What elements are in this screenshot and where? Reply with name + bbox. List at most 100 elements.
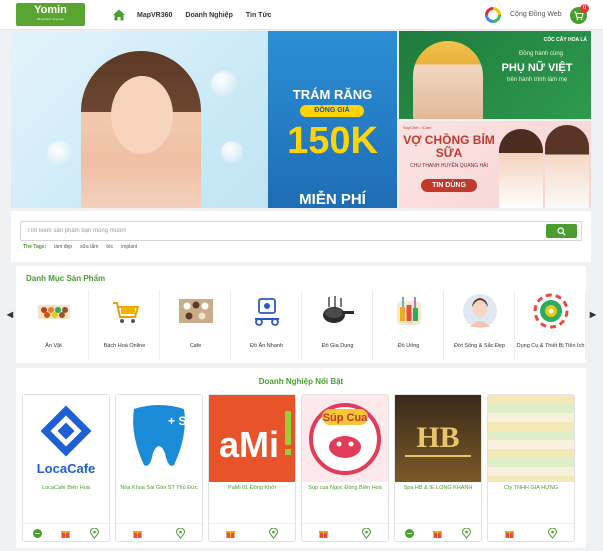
banner-model-face — [111, 76, 173, 154]
nav-tin-tuc[interactable]: Tin Tức — [246, 12, 272, 19]
tooth-icon — [221, 141, 243, 163]
gift-icon[interactable] — [60, 526, 71, 538]
gift-icon[interactable] — [432, 526, 443, 538]
side-banner-title: PHỤ NỮ VIỆT — [501, 62, 573, 74]
search-section: Thẻ Tags: làm đẹp sữa tắm tóc implant — [11, 211, 591, 262]
business-card[interactable]: Súp Cua Súp cua Ngọc Đồng Biên Hoà — [301, 394, 389, 542]
cafe-icon — [179, 299, 213, 323]
side-banner2-brand: SoyChef • iCare — [403, 125, 432, 130]
category-item[interactable]: Ăn Vặt — [18, 290, 89, 360]
business-logo-text: aMi — [219, 424, 279, 465]
category-label: Dụng Cụ & Thiết Bị Tiện Ích — [516, 343, 585, 349]
search-bar — [20, 221, 582, 241]
nav-doanh-nghiep[interactable]: Doanh Nghiệp — [185, 12, 232, 19]
promo-line3: MIỄN PHÍ — [299, 191, 366, 208]
business-card[interactable]: + ST Nha Khoa Sài Gòn ST Thủ Đức — [115, 394, 203, 542]
tooth-icon — [47, 141, 73, 167]
gift-icon[interactable] — [504, 526, 515, 538]
category-title: Danh Mục Sản Phẩm — [26, 274, 106, 283]
business-name: LocaCafe Biên Hoà — [42, 485, 90, 491]
category-item[interactable]: Đời Sống & Sắc Đẹp — [444, 290, 515, 360]
featured-business-section: Doanh Nghiệp Nổi Bật LocaCafe LocaCafe B… — [16, 368, 586, 548]
business-logo: Súp Cua — [302, 395, 388, 482]
community-icon[interactable] — [485, 7, 501, 23]
category-next-arrow[interactable]: ▶ — [589, 310, 597, 320]
business-card[interactable]: aMi PaMi 01 Đồng Khởi — [208, 394, 296, 542]
banner-person-image — [545, 125, 589, 208]
cart-count-badge: 0 — [580, 4, 589, 13]
location-icon[interactable] — [461, 526, 472, 539]
business-logo: + ST — [116, 395, 202, 482]
side-banner2-sub: CHU THANH HUYỀN QUANG HẢI — [410, 163, 488, 169]
business-card[interactable]: LocaCafe LocaCafe Biên Hoà — [22, 394, 110, 542]
category-list: Ăn Vặt Bách Hoá Online Cafe Đồ Ăn Nhanh … — [18, 290, 586, 360]
banner-person-image — [499, 129, 543, 208]
community-link[interactable]: Cộng Đồng Web — [510, 11, 562, 18]
chat-icon[interactable] — [32, 526, 43, 538]
gift-icon[interactable] — [318, 526, 329, 538]
tag-item[interactable]: tóc — [106, 244, 113, 250]
category-prev-arrow[interactable]: ◀ — [6, 310, 14, 320]
category-item[interactable]: Đồ Gia Dụng — [302, 290, 373, 360]
search-input[interactable] — [27, 225, 527, 237]
mother-child-image — [413, 41, 483, 119]
site-logo[interactable]: Yomin đồng hành cùng bạn — [16, 3, 85, 26]
business-logo: LocaCafe — [23, 395, 109, 482]
business-card[interactable]: Cty TNHH GIA HƯNG — [487, 394, 575, 542]
home-icon[interactable] — [112, 8, 126, 22]
business-actions — [116, 523, 202, 539]
category-label: Đồ Ăn Nhanh — [249, 343, 284, 349]
delivery-icon — [255, 298, 279, 326]
location-icon[interactable] — [361, 526, 372, 539]
business-logo: HB — [395, 395, 481, 482]
gear-icon — [533, 293, 569, 329]
category-label: Đồ Gia Dụng — [321, 343, 354, 349]
location-icon[interactable] — [89, 526, 100, 539]
business-actions — [23, 523, 109, 539]
side-banner2-badge: TIN DÙNG — [421, 179, 477, 192]
business-card[interactable]: HB Spa HB & IE LONG KHÁNH — [394, 394, 482, 542]
nav-mapvr360[interactable]: MapVR360 — [137, 12, 172, 19]
side-banner-sub: trên hành trình làm mẹ — [506, 77, 568, 83]
category-item[interactable]: Đồ Ăn Nhanh — [231, 290, 302, 360]
drink-icon — [397, 297, 421, 325]
gift-icon[interactable] — [225, 526, 236, 538]
search-button[interactable] — [546, 224, 577, 238]
business-name: Nha Khoa Sài Gòn ST Thủ Đức — [120, 485, 198, 491]
business-logo-text: LocaCafe — [37, 461, 96, 476]
promo-price: 150K — [287, 120, 378, 162]
location-icon[interactable] — [175, 526, 186, 539]
business-actions — [302, 523, 388, 539]
category-item[interactable]: Cafe — [160, 290, 231, 360]
category-label: Ăn Vặt — [45, 343, 62, 349]
logo-subtext: đồng hành cùng bạn — [36, 17, 65, 21]
gift-icon[interactable] — [132, 526, 143, 538]
business-logo-text: HB — [416, 421, 459, 454]
logo-text: Yomin — [34, 4, 67, 16]
beauty-icon — [463, 294, 497, 328]
business-logo-text: Súp Cua — [323, 412, 368, 424]
business-actions — [488, 523, 574, 539]
promo-line2: ĐỒNG GIÁ — [300, 105, 364, 117]
side-banner-bottom[interactable]: SoyChef • iCare VỢ CHỒNG BỈM SỮA CHU THA… — [399, 121, 591, 208]
category-label: Cafe — [189, 343, 202, 349]
tag-item[interactable]: làm đẹp — [54, 244, 72, 250]
business-actions — [209, 523, 295, 539]
side-banner-brand: CÓC CÂY HOA LÁ — [543, 37, 587, 43]
tag-item[interactable]: sữa tắm — [80, 244, 98, 250]
category-label: Bách Hoá Online — [103, 343, 146, 349]
business-name: Cty TNHH GIA HƯNG — [503, 485, 559, 491]
side-banner-top[interactable]: CÓC CÂY HOA LÁ Đồng hành cùng PHỤ NỮ VIỆ… — [399, 31, 591, 119]
category-item[interactable]: Dụng Cụ & Thiết Bị Tiện Ích — [515, 290, 586, 360]
tag-list: Thẻ Tags: làm đẹp sữa tắm tóc implant — [23, 244, 137, 250]
hero-banner[interactable]: TRÁM RĂNG ĐỒNG GIÁ 150K MIỄN PHÍ — [11, 31, 397, 208]
tag-item[interactable]: implant — [121, 244, 137, 250]
main-nav: MapVR360 Doanh Nghiệp Tin Tức — [112, 0, 284, 30]
location-icon[interactable] — [268, 526, 279, 539]
category-item[interactable]: Đồ Uống — [373, 290, 444, 360]
chat-icon[interactable] — [404, 526, 415, 538]
category-item[interactable]: Bách Hoá Online — [89, 290, 160, 360]
side-banner2-title: VỢ CHỒNG BỈM SỮA — [403, 133, 495, 160]
promo-panel: TRÁM RĂNG ĐỒNG GIÁ 150K MIỄN PHÍ — [268, 31, 397, 208]
location-icon[interactable] — [547, 526, 558, 539]
